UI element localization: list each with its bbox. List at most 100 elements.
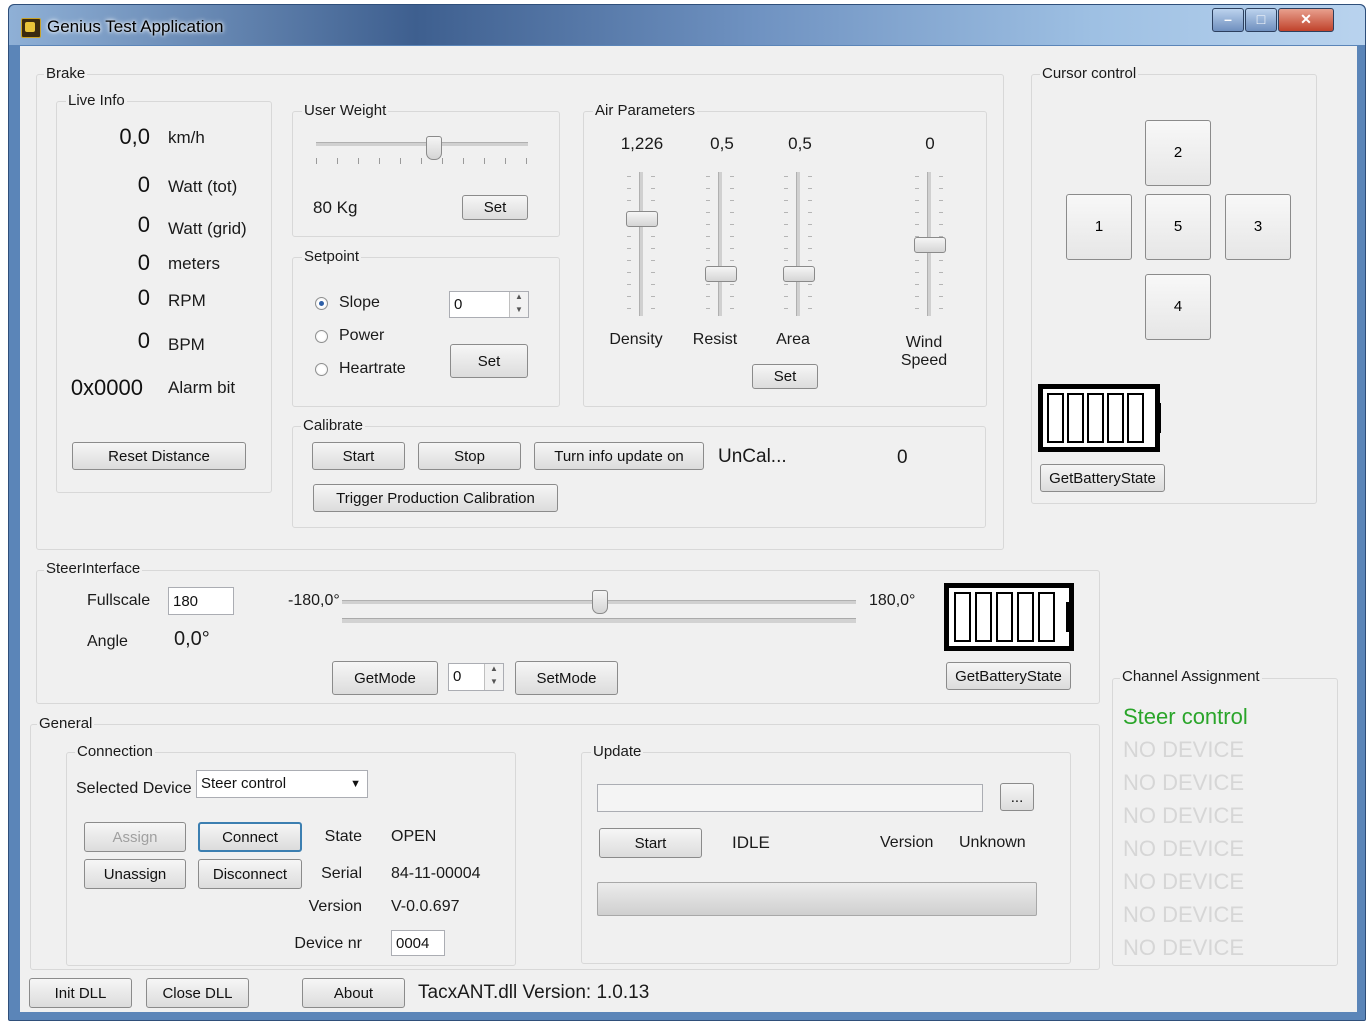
air-parameters-label: Air Parameters bbox=[593, 102, 698, 119]
selected-device-dropdown[interactable]: Steer control ▼ bbox=[196, 770, 368, 798]
slider-thumb[interactable] bbox=[626, 211, 658, 227]
setpoint-group bbox=[292, 257, 560, 407]
bpm-unit: BPM bbox=[168, 335, 205, 354]
slider-thumb[interactable] bbox=[426, 136, 442, 160]
watt-grid-value: 0 bbox=[137, 212, 150, 237]
assign-button[interactable]: Assign bbox=[84, 822, 186, 852]
app-icon bbox=[21, 18, 41, 38]
area-slider[interactable] bbox=[783, 172, 815, 316]
wind-speed-value: 0 bbox=[925, 134, 935, 153]
calibrate-label: Calibrate bbox=[301, 417, 366, 434]
selected-device-value: Steer control bbox=[201, 775, 287, 792]
speed-unit: km/h bbox=[168, 128, 205, 147]
version-value: V-0.0.697 bbox=[391, 898, 460, 915]
state-label: State bbox=[324, 828, 362, 845]
calibrate-start-button[interactable]: Start bbox=[312, 442, 405, 470]
watt-tot-unit: Watt (tot) bbox=[168, 177, 238, 196]
cursor-down-button[interactable]: 4 bbox=[1145, 274, 1211, 340]
slider-thumb[interactable] bbox=[592, 590, 608, 614]
density-label: Density bbox=[609, 331, 663, 348]
unassign-button[interactable]: Unassign bbox=[84, 859, 186, 889]
user-weight-set-button[interactable]: Set bbox=[462, 195, 528, 220]
maximize-button[interactable]: □ bbox=[1245, 8, 1277, 32]
channel-item[interactable]: NO DEVICE bbox=[1123, 836, 1333, 869]
general-label: General bbox=[37, 715, 95, 732]
slider-thumb[interactable] bbox=[705, 266, 737, 282]
init-dll-button[interactable]: Init DLL bbox=[29, 978, 132, 1008]
serial-value: 84-11-00004 bbox=[391, 865, 481, 882]
fullscale-input[interactable] bbox=[168, 587, 234, 615]
channel-assignment-label: Channel Assignment bbox=[1120, 668, 1262, 685]
device-nr-input[interactable] bbox=[391, 930, 445, 956]
setpoint-spinbox[interactable]: 0 ▲ ▼ bbox=[449, 291, 529, 318]
channel-item[interactable]: NO DEVICE bbox=[1123, 869, 1333, 902]
user-weight-slider[interactable] bbox=[316, 136, 528, 166]
trigger-production-calibration-button[interactable]: Trigger Production Calibration bbox=[313, 484, 558, 512]
bpm-value: 0 bbox=[137, 328, 150, 353]
watt-tot-value: 0 bbox=[137, 172, 150, 197]
get-mode-button[interactable]: GetMode bbox=[332, 661, 438, 695]
resist-slider[interactable] bbox=[705, 172, 737, 316]
watt-grid-unit: Watt (grid) bbox=[168, 219, 247, 238]
area-value: 0,5 bbox=[788, 134, 812, 153]
slider-thumb[interactable] bbox=[783, 266, 815, 282]
resist-value: 0,5 bbox=[710, 134, 734, 153]
cursor-right-button[interactable]: 3 bbox=[1225, 194, 1291, 260]
turn-info-update-button[interactable]: Turn info update on bbox=[534, 442, 704, 470]
set-mode-button[interactable]: SetMode bbox=[515, 661, 618, 695]
steer-get-battery-button[interactable]: GetBatteryState bbox=[946, 662, 1071, 690]
cursor-left-button[interactable]: 1 bbox=[1066, 194, 1132, 260]
density-value: 1,226 bbox=[620, 134, 664, 153]
steer-battery-icon bbox=[944, 583, 1074, 651]
channel-item[interactable]: NO DEVICE bbox=[1123, 935, 1333, 968]
cursor-up-button[interactable]: 2 bbox=[1145, 120, 1211, 186]
power-radio[interactable] bbox=[315, 330, 328, 343]
about-button[interactable]: About bbox=[302, 978, 405, 1008]
slider-thumb[interactable] bbox=[914, 237, 946, 253]
connection-label: Connection bbox=[75, 743, 155, 760]
spin-arrows-icon[interactable]: ▲ ▼ bbox=[484, 664, 503, 690]
cursor-center-button[interactable]: 5 bbox=[1145, 194, 1211, 260]
dll-version-text: TacxANT.dll Version: 1.0.13 bbox=[418, 982, 650, 1003]
minimize-button[interactable]: – bbox=[1212, 8, 1244, 32]
reset-distance-button[interactable]: Reset Distance bbox=[72, 442, 246, 470]
cursor-get-battery-button[interactable]: GetBatteryState bbox=[1040, 464, 1165, 492]
channel-item[interactable]: NO DEVICE bbox=[1123, 803, 1333, 836]
channel-item[interactable]: NO DEVICE bbox=[1123, 737, 1333, 770]
air-set-button[interactable]: Set bbox=[752, 364, 818, 389]
spin-arrows-icon[interactable]: ▲ ▼ bbox=[509, 292, 528, 317]
wind-speed-slider[interactable] bbox=[914, 172, 946, 316]
calibration-status: UnCal... bbox=[718, 446, 787, 467]
selected-device-label: Selected Device bbox=[76, 780, 192, 797]
speed-value: 0,0 bbox=[119, 124, 150, 149]
density-slider[interactable] bbox=[626, 172, 658, 316]
update-start-button[interactable]: Start bbox=[599, 828, 702, 858]
chevron-down-icon[interactable]: ▼ bbox=[350, 771, 361, 797]
channel-item[interactable]: NO DEVICE bbox=[1123, 770, 1333, 803]
update-file-path-input[interactable] bbox=[597, 784, 983, 812]
update-progress-bar bbox=[597, 882, 1037, 916]
close-button[interactable]: ✕ bbox=[1278, 8, 1334, 32]
setpoint-set-button[interactable]: Set bbox=[450, 344, 528, 378]
fullscale-label: Fullscale bbox=[87, 592, 151, 609]
channel-item[interactable]: Steer control bbox=[1123, 704, 1333, 737]
channel-item[interactable]: NO DEVICE bbox=[1123, 902, 1333, 935]
power-radio-label: Power bbox=[339, 327, 385, 344]
calibrate-stop-button[interactable]: Stop bbox=[418, 442, 521, 470]
browse-button[interactable]: ... bbox=[1000, 783, 1034, 811]
state-value: OPEN bbox=[391, 828, 437, 845]
window-title: Genius Test Application bbox=[47, 17, 224, 36]
brake-group-label: Brake bbox=[44, 65, 88, 82]
version-label: Version bbox=[308, 898, 362, 915]
angle-label: Angle bbox=[87, 633, 128, 650]
mode-spinbox[interactable]: 0 ▲ ▼ bbox=[448, 663, 504, 691]
close-dll-button[interactable]: Close DLL bbox=[146, 978, 249, 1008]
steer-angle-slider[interactable] bbox=[342, 590, 856, 624]
setpoint-label: Setpoint bbox=[302, 248, 362, 265]
area-label: Area bbox=[776, 331, 810, 348]
slope-radio[interactable] bbox=[315, 297, 328, 310]
title-bar[interactable]: Genius Test Application – □ ✕ bbox=[9, 5, 1365, 45]
heartrate-radio-label: Heartrate bbox=[339, 360, 406, 377]
update-label: Update bbox=[591, 743, 644, 760]
heartrate-radio[interactable] bbox=[315, 363, 328, 376]
